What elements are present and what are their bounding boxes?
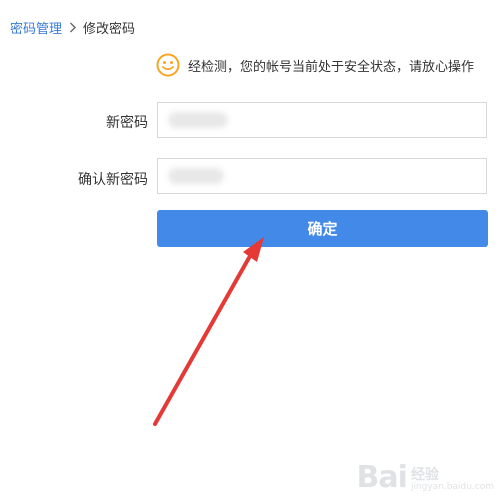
watermark-url: jingyan.baidu.com [410,482,494,493]
obscured-password-text [168,112,228,128]
obscured-confirm-text [168,168,224,184]
breadcrumb: 密码管理 修改密码 [10,16,135,38]
baidu-jingyan-watermark: Bai 经验 jingyan.baidu.com [357,463,494,493]
change-password-page: 密码管理 修改密码 经检测，您的帐号当前处于安全状态，请放心操作 新密码 确认新… [0,0,500,497]
chevron-right-icon [69,22,77,33]
confirm-button[interactable]: 确定 [157,210,488,247]
new-password-label: 新密码 [106,115,148,131]
confirm-password-label: 确认新密码 [78,172,148,188]
breadcrumb-current: 修改密码 [83,21,136,37]
watermark-logo: Bai [356,460,408,495]
watermark-brand: 经验 [410,466,439,483]
security-notice: 经检测，您的帐号当前处于安全状态，请放心操作 [156,52,474,78]
breadcrumb-password-management-link[interactable]: 密码管理 [10,18,62,37]
smile-icon [156,53,180,77]
security-notice-text: 经检测，您的帐号当前处于安全状态，请放心操作 [188,59,475,75]
